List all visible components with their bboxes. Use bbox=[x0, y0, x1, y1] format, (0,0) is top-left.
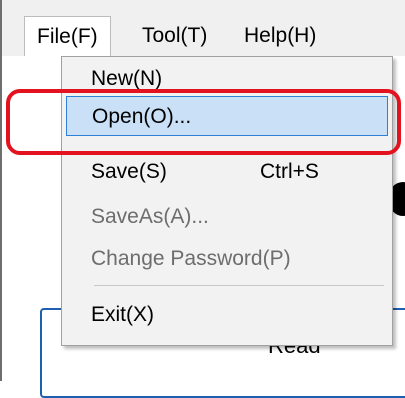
menu-item-saveas: SaveAs(A)... bbox=[66, 197, 388, 237]
menu-tool[interactable]: Tool(T) bbox=[130, 16, 219, 56]
menu-item-save-shortcut: Ctrl+S bbox=[260, 160, 319, 183]
menu-item-exit-label: Exit(X) bbox=[91, 303, 154, 326]
menu-separator bbox=[94, 285, 384, 286]
menu-item-saveas-label: SaveAs(A)... bbox=[91, 205, 209, 228]
menu-item-exit[interactable]: Exit(X) bbox=[66, 295, 388, 335]
menu-item-change-password: Change Password(P) bbox=[66, 239, 388, 279]
highlight-callout bbox=[6, 89, 401, 155]
menu-bar: File(F) Tool(T) Help(H) bbox=[2, 0, 405, 56]
menu-file[interactable]: File(F) bbox=[24, 16, 111, 56]
menu-item-change-password-label: Change Password(P) bbox=[91, 247, 291, 270]
menu-help[interactable]: Help(H) bbox=[232, 16, 328, 56]
menu-item-save[interactable]: Save(S) Ctrl+S bbox=[66, 152, 388, 192]
menu-item-save-label: Save(S) bbox=[91, 160, 167, 183]
